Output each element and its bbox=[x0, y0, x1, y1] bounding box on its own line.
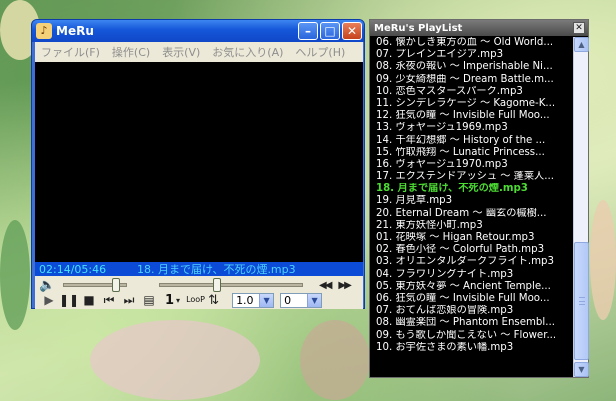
playlist-item[interactable]: 01. 花映塚 ～ Higan Retour.mp3 bbox=[372, 232, 572, 244]
shuffle-icon[interactable]: ⇅ bbox=[208, 293, 226, 308]
loop-icon[interactable]: LooP bbox=[186, 296, 205, 304]
speed-dropdown-icon[interactable]: ▼ bbox=[259, 293, 274, 307]
menu-file[interactable]: ファイル(F) bbox=[35, 44, 106, 60]
playlist-item[interactable]: 21. 東方妖怪小町.mp3 bbox=[372, 220, 572, 232]
playlist-scrollbar[interactable]: ▲ ▼ bbox=[573, 37, 589, 377]
playlist-item[interactable]: 07. プレインエイジア.mp3 bbox=[372, 49, 572, 61]
video-area[interactable] bbox=[35, 62, 363, 262]
playlist-item[interactable]: 16. ヴォヤージュ1970.mp3 bbox=[372, 159, 572, 171]
playlist-item[interactable]: 04. フラワリングナイト.mp3 bbox=[372, 269, 572, 281]
playlist-item[interactable]: 13. ヴォヤージュ1969.mp3 bbox=[372, 122, 572, 134]
speed-value: 1.0 bbox=[236, 293, 254, 307]
app-icon: ♪ bbox=[36, 23, 52, 39]
menu-help[interactable]: ヘルプ(H) bbox=[289, 44, 351, 60]
seek-slider[interactable] bbox=[159, 278, 303, 292]
volume-thumb[interactable] bbox=[111, 278, 120, 292]
playlist-title: MeRu's PlayList bbox=[374, 22, 463, 34]
menu-favorites[interactable]: お気に入り(A) bbox=[206, 44, 289, 60]
playlist-icon[interactable]: ▤ bbox=[139, 293, 159, 307]
playlist-item[interactable]: 06. 狂気の瞳 ～ Invisible Full Moo... bbox=[372, 293, 572, 305]
playlist-item[interactable]: 08. 永夜の報い ～ Imperishable Ni... bbox=[372, 61, 572, 73]
pitch-value: 0 bbox=[284, 293, 292, 307]
playlist-item[interactable]: 02. 春色小径 ～ Colorful Path.mp3 bbox=[372, 244, 572, 256]
stop-button[interactable]: ■ bbox=[79, 293, 99, 307]
menu-control[interactable]: 操作(C) bbox=[106, 44, 156, 60]
control-panel: 🔈 ◀◀ ▶▶ ▶ ❚❚ ■ ⏮ ⏭ ▤ 1 ▾ LooP ⇅ 1.0 ▼ 0 … bbox=[35, 276, 363, 309]
playlist-item[interactable]: 05. 東方妖々夢 ～ Ancient Temple... bbox=[372, 281, 572, 293]
playlist-item[interactable]: 11. シンデレラケージ ～ Kagome-K... bbox=[372, 98, 572, 110]
window-title: MeRu bbox=[56, 24, 94, 38]
status-bar: 02:14/05:46 18. 月まで届け、不死の煙.mp3 bbox=[35, 262, 363, 276]
playlist-item[interactable]: 19. 月見草.mp3 bbox=[372, 195, 572, 207]
playlist-item[interactable]: 10. 恋色マスタースパーク.mp3 bbox=[372, 86, 572, 98]
now-playing-title: 18. 月まで届け、不死の煙.mp3 bbox=[137, 263, 296, 276]
play-button[interactable]: ▶ bbox=[39, 293, 59, 307]
volume-slider[interactable] bbox=[63, 278, 127, 292]
menu-view[interactable]: 表示(V) bbox=[156, 44, 206, 60]
rewind-icon[interactable]: ◀◀ bbox=[319, 280, 332, 291]
playlist-item[interactable]: 08. 幽霊楽団 ～ Phantom Ensembl... bbox=[372, 317, 572, 329]
maximize-button[interactable]: □ bbox=[320, 22, 340, 40]
playlist-item[interactable]: 09. もう歌しか聞こえない ～ Flower... bbox=[372, 330, 572, 342]
playlist-item[interactable]: 15. 竹取飛翔 ～ Lunatic Princess... bbox=[372, 147, 572, 159]
playlist-item[interactable]: 10. お宇佐さまの素い幡.mp3 bbox=[372, 342, 572, 354]
playlist-item[interactable]: 17. エクステンドアッシュ ～ 蓬莱人... bbox=[372, 171, 572, 183]
playlist-window: MeRu's PlayList ✕ 06. 懐かしき東方の血 ～ Old Wor… bbox=[369, 19, 589, 378]
scroll-up-icon[interactable]: ▲ bbox=[574, 37, 589, 52]
player-title-bar[interactable]: ♪ MeRu – □ ✕ bbox=[32, 20, 364, 42]
pause-button[interactable]: ❚❚ bbox=[59, 293, 79, 307]
playlist-item[interactable]: 09. 少女綺想曲 ～ Dream Battle.m... bbox=[372, 74, 572, 86]
playlist-title-bar[interactable]: MeRu's PlayList ✕ bbox=[370, 20, 588, 36]
playlist-item[interactable]: 03. オリエンタルダークフライト.mp3 bbox=[372, 256, 572, 268]
scroll-thumb[interactable] bbox=[574, 242, 589, 360]
playlist-item[interactable]: 14. 千年幻想郷 ～ History of the ... bbox=[372, 135, 572, 147]
playlist-item[interactable]: 07. おてんば恋娘の冒険.mp3 bbox=[372, 305, 572, 317]
time-display: 02:14/05:46 bbox=[39, 262, 107, 276]
chevron-down-icon[interactable]: ▾ bbox=[176, 296, 180, 305]
previous-track-button[interactable]: ⏮ bbox=[99, 293, 119, 308]
menu-bar: ファイル(F) 操作(C) 表示(V) お気に入り(A) ヘルプ(H) bbox=[35, 42, 363, 62]
close-button[interactable]: ✕ bbox=[342, 22, 362, 40]
playlist-item-current[interactable]: 18. 月まで届け、不死の煙.mp3 bbox=[372, 183, 572, 195]
playlist-list[interactable]: 06. 懐かしき東方の血 ～ Old World... 07. プレインエイジア.… bbox=[372, 37, 572, 377]
next-track-button[interactable]: ⏭ bbox=[119, 293, 139, 308]
player-window: ♪ MeRu – □ ✕ ファイル(F) 操作(C) 表示(V) お気に入り(A… bbox=[31, 19, 365, 309]
playlist-item[interactable]: 12. 狂気の瞳 ～ Invisible Full Moo... bbox=[372, 110, 572, 122]
playlist-close-button[interactable]: ✕ bbox=[573, 22, 585, 34]
fast-forward-icon[interactable]: ▶▶ bbox=[338, 280, 351, 291]
pitch-dropdown-icon[interactable]: ▼ bbox=[307, 293, 322, 307]
pitch-select[interactable]: 0 ▼ bbox=[280, 292, 323, 308]
repeat-count[interactable]: 1 bbox=[165, 293, 174, 308]
seek-thumb[interactable] bbox=[213, 278, 222, 292]
minimize-button[interactable]: – bbox=[298, 22, 318, 40]
speed-select[interactable]: 1.0 ▼ bbox=[232, 292, 275, 308]
playlist-item[interactable]: 06. 懐かしき東方の血 ～ Old World... bbox=[372, 37, 572, 49]
speaker-icon[interactable]: 🔈 bbox=[39, 278, 57, 293]
playlist-item[interactable]: 20. Eternal Dream ～ 幽玄の槭樹... bbox=[372, 208, 572, 220]
scroll-down-icon[interactable]: ▼ bbox=[574, 362, 589, 377]
